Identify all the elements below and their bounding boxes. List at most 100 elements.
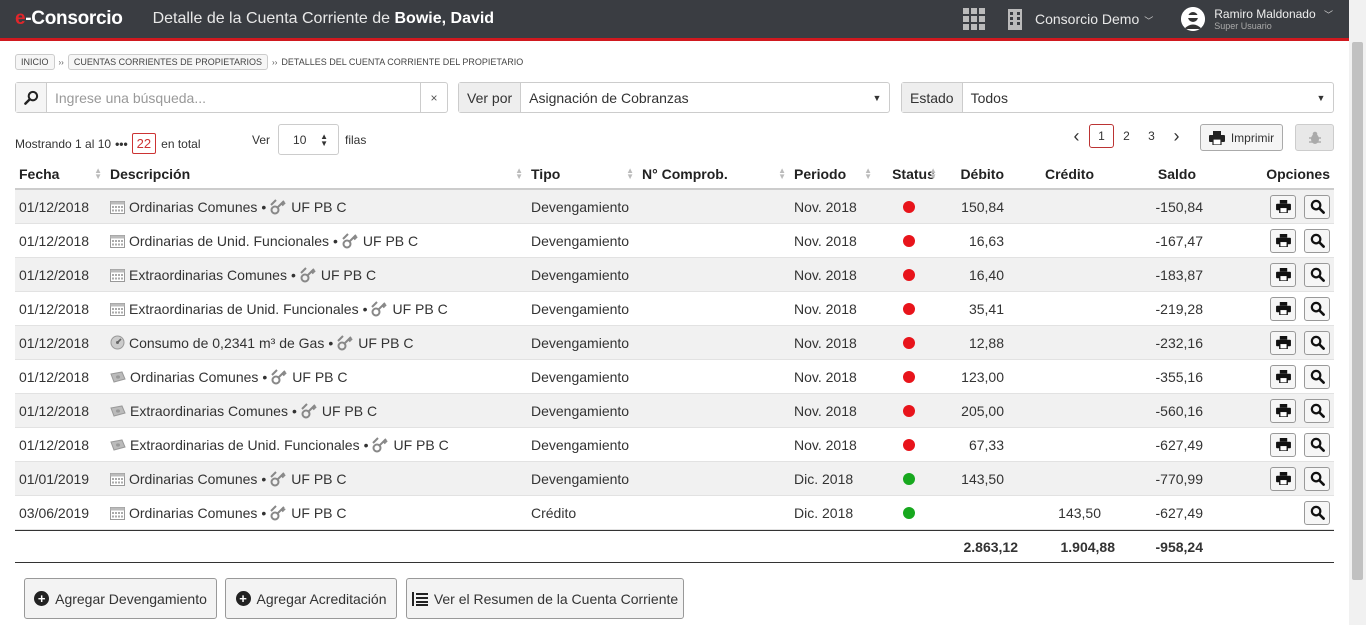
table-row: 01/12/2018 Ordinarias Comunes • UF PB C Deve… [15, 360, 1334, 394]
header-periodo[interactable]: Periodo ▲ ▼ [790, 166, 876, 182]
total-count-badge[interactable]: 22 [131, 133, 157, 154]
print-button[interactable]: Imprimir [1200, 124, 1283, 151]
chevron-down-icon: ﹀ [1144, 16, 1154, 26]
printer-icon [1275, 302, 1291, 315]
ver-resumen-button[interactable]: Ver el Resumen de la Cuenta Corriente [406, 578, 684, 619]
user-name: Ramiro Maldonado ﹀ [1214, 7, 1333, 21]
cell-status [876, 234, 941, 247]
building-icon [1007, 9, 1022, 30]
bug-report-button[interactable] [1295, 124, 1334, 151]
header-tipo[interactable]: Tipo ▲ ▼ [527, 166, 638, 182]
header-comprobante[interactable]: N° Comprob. ▲ ▼ [638, 166, 790, 182]
header-fecha[interactable]: Fecha ▲ ▼ [15, 166, 106, 182]
search-input[interactable] [47, 83, 420, 112]
cell-fecha: 01/12/2018 [19, 300, 90, 317]
cell-opciones [1206, 194, 1334, 219]
pagination-prev[interactable]: ‹ [1064, 124, 1089, 148]
print-row-button[interactable] [1270, 330, 1296, 355]
cell-fecha: 01/12/2018 [19, 402, 90, 419]
table-row: 01/12/2018 Ordinarias Comunes • UF PB C Deve… [15, 190, 1334, 224]
user-menu[interactable]: Ramiro Maldonado ﹀ Super Usuario [1214, 7, 1333, 31]
keys-icon [372, 436, 389, 453]
status-dot [902, 438, 915, 451]
pagination-page-1[interactable]: 1 [1089, 124, 1114, 148]
cell-saldo: -560,16 [1155, 402, 1203, 419]
cell-debito: 12,88 [968, 334, 1004, 351]
table-body: 01/12/2018 Ordinarias Comunes • UF PB C Deve… [15, 190, 1334, 530]
descripcion-text: Ordinarias Comunes [130, 368, 259, 385]
calendar-icon [110, 302, 125, 316]
print-row-button[interactable] [1270, 228, 1296, 253]
view-row-button[interactable] [1304, 398, 1330, 423]
print-row-button[interactable] [1270, 466, 1296, 491]
header-status[interactable]: Status ▲ ▼ [876, 166, 941, 182]
unit-text: UF PB C [362, 232, 419, 249]
apps-grid-icon[interactable] [962, 8, 985, 30]
header-descripcion[interactable]: Descripción ▲ ▼ [106, 166, 527, 182]
table-row: 01/01/2019 Ordinarias Comunes • UF PB C Deve… [15, 462, 1334, 496]
pagination-next[interactable]: › [1164, 124, 1189, 148]
cell-status [876, 336, 941, 349]
print-row-button[interactable] [1270, 262, 1296, 287]
cell-tipo: Devengamiento [531, 266, 630, 283]
estado-select[interactable]: Estado Todos ▼ [901, 82, 1334, 113]
estado-label: Estado [902, 83, 963, 112]
breadcrumb-cuentas[interactable]: CUENTAS CORRIENTES DE PROPIETARIOS [67, 54, 269, 70]
search-icon[interactable] [16, 83, 47, 112]
view-row-button[interactable] [1304, 262, 1330, 287]
print-row-button[interactable] [1270, 398, 1296, 423]
table-row: 01/12/2018 Consumo de 0,2341 m³ de Gas • U… [15, 326, 1334, 360]
cell-opciones [1206, 466, 1334, 491]
rows-per-page-select[interactable]: 10 ▲ ▼ [278, 124, 340, 155]
view-row-button[interactable] [1304, 330, 1330, 355]
bug-icon [1308, 131, 1321, 144]
view-row-button[interactable] [1304, 364, 1330, 389]
status-dot [902, 370, 915, 383]
cell-tipo: Devengamiento [531, 334, 630, 351]
user-avatar[interactable] [1181, 7, 1206, 31]
header-debito[interactable]: Débito [941, 166, 1007, 182]
header-credito[interactable]: Crédito [1007, 166, 1104, 182]
cell-fecha: 01/01/2019 [19, 470, 90, 487]
breadcrumb-inicio[interactable]: INICIO [15, 54, 55, 70]
cell-opciones [1206, 432, 1334, 457]
keys-icon [300, 266, 317, 283]
print-row-button[interactable] [1270, 296, 1296, 321]
view-row-button[interactable] [1304, 432, 1330, 457]
header-saldo[interactable]: Saldo [1104, 166, 1206, 182]
view-row-button[interactable] [1304, 228, 1330, 253]
printer-icon [1275, 404, 1291, 417]
pagination-page-2[interactable]: 2 [1114, 124, 1139, 148]
plus-circle-icon: + [34, 591, 50, 606]
cell-descripcion: Ordinarias Comunes • UF PB C [106, 369, 527, 385]
print-row-button[interactable] [1270, 432, 1296, 457]
view-row-button[interactable] [1304, 466, 1330, 491]
cell-opciones [1206, 364, 1334, 389]
printer-icon [1275, 268, 1291, 281]
cell-fecha: 01/12/2018 [19, 334, 90, 351]
view-row-button[interactable] [1304, 500, 1330, 525]
ver-por-label: Ver por [459, 83, 522, 112]
consorcio-selector[interactable]: Consorcio Demo ﹀ [1035, 11, 1153, 27]
cell-periodo: Dic. 2018 [794, 504, 854, 521]
table-header: Fecha ▲ ▼ Descripción ▲ ▼ Tipo ▲ ▼ N° Comprob.… [15, 160, 1334, 190]
bullet: • [328, 334, 334, 351]
header-opciones: Opciones [1266, 166, 1330, 182]
view-row-button[interactable] [1304, 194, 1330, 219]
add-acreditacion-button[interactable]: + Agregar Acreditación [225, 578, 397, 619]
caret-down-icon: ▼ [872, 92, 882, 103]
page-scrollbar[interactable] [1349, 0, 1366, 625]
total-saldo: -958,24 [1155, 538, 1203, 555]
unit-text: UF PB C [393, 436, 449, 453]
cell-saldo: -627,49 [1155, 436, 1203, 453]
table-row: 01/12/2018 Ordinarias de Unid. Funcionale… [15, 224, 1334, 258]
add-devengamiento-button[interactable]: + Agregar Devengamiento [24, 578, 217, 619]
clear-search-button[interactable]: × [420, 83, 447, 112]
ver-por-select[interactable]: Ver por Asignación de Cobranzas ▼ [458, 82, 890, 113]
view-row-button[interactable] [1304, 296, 1330, 321]
print-row-button[interactable] [1270, 194, 1296, 219]
pagination-page-3[interactable]: 3 [1139, 124, 1164, 148]
scrollbar-thumb[interactable] [1352, 42, 1363, 580]
print-row-button[interactable] [1270, 364, 1296, 389]
app-logo[interactable]: e-Consorcio [15, 8, 123, 30]
